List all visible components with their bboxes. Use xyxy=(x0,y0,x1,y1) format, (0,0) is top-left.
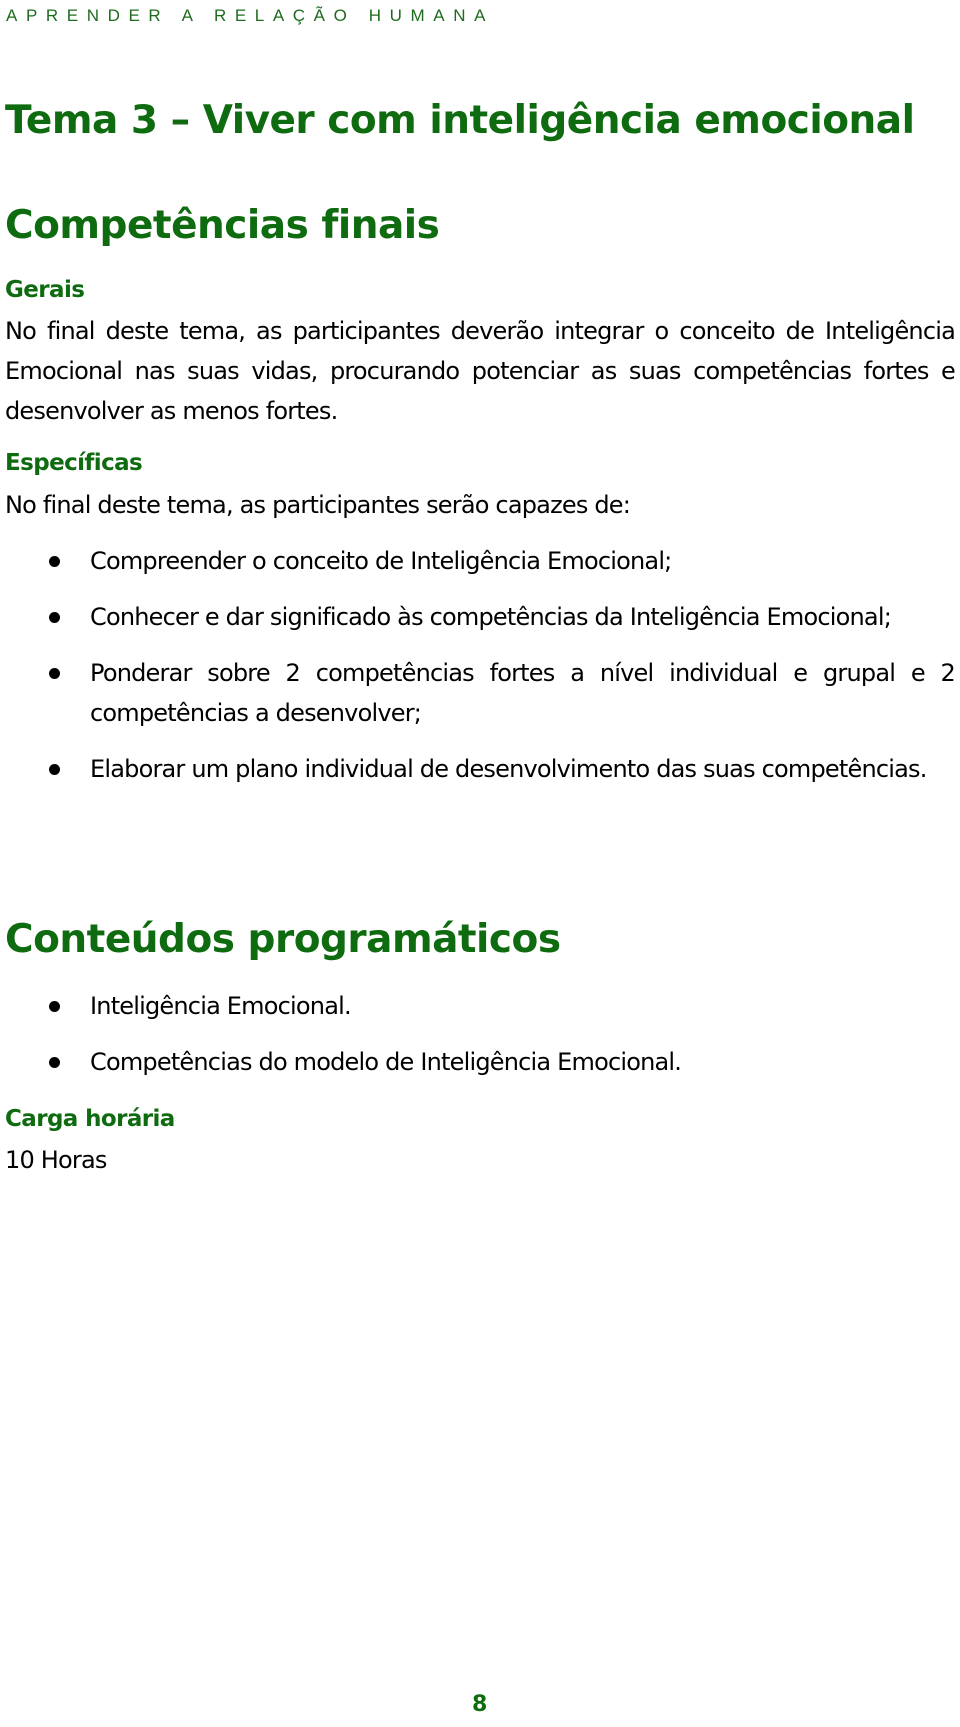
list-item: Ponderar sobre 2 competências fortes a n… xyxy=(0,653,956,733)
subheading-carga-horaria: Carga horária xyxy=(5,1106,175,1132)
conteudos-list: Inteligência Emocional. Competências do … xyxy=(0,986,960,1082)
bullet-icon xyxy=(49,556,60,567)
subheading-especificas: Específicas xyxy=(5,450,143,476)
bullet-icon xyxy=(49,1057,60,1068)
list-item: Conhecer e dar significado às competênci… xyxy=(0,597,955,637)
bullet-icon xyxy=(49,764,60,775)
list-item: Inteligência Emocional. xyxy=(0,986,955,1026)
running-header: APRENDER A RELAÇÃO HUMANA xyxy=(6,6,495,25)
page-title: Tema 3 – Viver com inteligência emociona… xyxy=(5,98,915,143)
subheading-gerais: Gerais xyxy=(5,277,85,303)
carga-horaria-value: 10 Horas xyxy=(5,1146,107,1174)
page-number: 8 xyxy=(472,1692,488,1717)
especificas-intro: No final deste tema, as participantes se… xyxy=(5,491,631,519)
list-item: Competências do modelo de Inteligência E… xyxy=(0,1042,955,1082)
list-item: Elaborar um plano individual de desenvol… xyxy=(0,749,955,789)
section-heading-competencias: Competências finais xyxy=(5,203,440,248)
bullet-icon xyxy=(49,612,60,623)
bullet-icon xyxy=(49,1001,60,1012)
gerais-paragraph: No final deste tema, as participantes de… xyxy=(5,317,956,425)
section-heading-conteudos: Conteúdos programáticos xyxy=(5,917,561,962)
bullet-icon xyxy=(49,668,60,679)
list-item: Compreender o conceito de Inteligência E… xyxy=(0,541,955,581)
especificas-list: Compreender o conceito de Inteligência E… xyxy=(0,541,960,789)
